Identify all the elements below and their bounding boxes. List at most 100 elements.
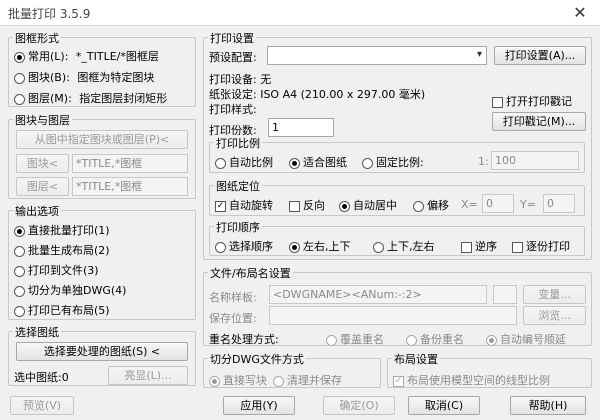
close-icon[interactable]: ✕ — [560, 0, 600, 26]
radio-order-select[interactable] — [215, 241, 226, 253]
print-settings-button[interactable]: 打印设置(A)... — [494, 46, 586, 65]
scale-option-fixed[interactable]: 固定比例: — [362, 154, 424, 170]
reverse-order-checkbox[interactable] — [461, 241, 472, 253]
radio-order-lr-tb[interactable] — [289, 241, 300, 253]
radio-scale-auto[interactable] — [215, 157, 226, 169]
select-drawings-title: 选择图纸 — [13, 324, 61, 340]
offset-x-label: X= — [461, 198, 478, 211]
open-print-log-checkbox[interactable] — [492, 96, 503, 108]
scale-option-auto[interactable]: 自动比例 — [215, 154, 273, 170]
order-option-lr-tb[interactable]: 左右,上下 — [289, 238, 351, 254]
layer-pick-button[interactable]: 图层< — [16, 177, 69, 196]
block-names-input[interactable]: *TITLE,*图框 — [72, 154, 188, 173]
radio-common[interactable] — [14, 51, 25, 63]
reverse-rotate-checkbox[interactable] — [289, 200, 300, 212]
auto-rotate-option[interactable]: ✓ 自动旋转 — [215, 197, 273, 213]
frame-style-title: 图框形式 — [13, 30, 61, 46]
auto-center-option[interactable]: 自动居中 — [339, 197, 397, 213]
layer-names-input[interactable]: *TITLE,*图框 — [72, 177, 188, 196]
radio-gen-layout[interactable] — [14, 245, 25, 257]
frame-style-option-block[interactable]: 图块(B): 图框为特定图块 — [14, 69, 154, 85]
radio-scale-fit[interactable] — [289, 157, 300, 169]
save-path-input[interactable] — [269, 306, 517, 325]
offset-x-input[interactable]: 0 — [482, 194, 514, 213]
order-option-select[interactable]: 选择顺序 — [215, 238, 273, 254]
rename-option-auto-number[interactable]: 自动编号顺延 — [486, 331, 566, 347]
open-print-log-option[interactable]: 打开打印戳记 — [492, 93, 572, 109]
pick-from-drawing-button[interactable]: 从图中指定图块或图层(P)< — [16, 130, 188, 149]
layout-settings-title: 布局设置 — [392, 351, 440, 367]
radio-block[interactable] — [14, 72, 25, 84]
rename-option-overwrite[interactable]: 覆盖重名 — [326, 331, 384, 347]
radio-order-tb-lr[interactable] — [373, 241, 384, 253]
scale-ratio-prefix: 1: — [478, 155, 489, 168]
preset-select[interactable]: ▾ — [267, 46, 487, 65]
split-option-write-block[interactable]: 直接写块 — [209, 372, 267, 388]
ok-button[interactable]: 确定(O) — [323, 396, 395, 415]
help-button[interactable]: 帮助(H) — [510, 396, 586, 415]
rename-option-backup[interactable]: 备份重名 — [406, 331, 464, 347]
highlight-button[interactable]: 亮显(L)... — [108, 366, 188, 385]
radio-layer[interactable] — [14, 93, 25, 105]
radio-offset[interactable] — [413, 200, 424, 212]
order-option-tb-lr[interactable]: 上下,左右 — [373, 238, 435, 254]
print-order-title: 打印顺序 — [214, 219, 262, 235]
preset-label: 预设配置: — [209, 51, 257, 64]
radio-write-block[interactable] — [209, 375, 220, 387]
print-stamp-button[interactable]: 打印戳记(M)... — [492, 112, 586, 131]
scale-ratio-input[interactable]: 100 — [491, 151, 579, 170]
preview-button[interactable]: 预览(V) — [10, 396, 74, 415]
output-option-print-to-file[interactable]: 打印到文件(3) — [14, 262, 99, 278]
print-device-label: 打印设备: 无 — [209, 73, 272, 86]
title-bar: 批量打印 3.5.9 ✕ — [0, 0, 600, 26]
cancel-button[interactable]: 取消(C) — [408, 396, 480, 415]
print-settings-title: 打印设置 — [208, 30, 256, 46]
radio-direct-print[interactable] — [14, 225, 25, 237]
frame-style-option-layer[interactable]: 图层(M): 指定图层封闭矩形 — [14, 90, 167, 106]
reverse-rotate-option[interactable]: 反向 — [289, 197, 325, 213]
radio-purge-save[interactable] — [273, 375, 284, 387]
split-dwg-title: 切分DWG文件方式 — [208, 351, 306, 367]
radio-rename-auto-number[interactable] — [486, 334, 497, 346]
scale-option-fit[interactable]: 适合图纸 — [289, 154, 347, 170]
name-template-input[interactable]: <DWGNAME><ANum:-:2> — [269, 285, 487, 304]
radio-print-to-file[interactable] — [14, 265, 25, 277]
paper-position-title: 图纸定位 — [214, 178, 262, 194]
apply-button[interactable]: 应用(Y) — [223, 396, 295, 415]
copy-print-checkbox[interactable] — [512, 241, 523, 253]
radio-rename-overwrite[interactable] — [326, 334, 337, 346]
selected-count-label: 选中图纸:0 — [14, 371, 69, 384]
frame-style-option-common[interactable]: 常用(L): *_TITLE/*图框层 — [14, 48, 159, 64]
copies-input[interactable]: 1 — [268, 118, 334, 137]
select-drawings-button[interactable]: 选择要处理的图纸(S) < — [16, 342, 188, 361]
variable-button[interactable]: 变量... — [523, 285, 586, 304]
offset-option[interactable]: 偏移 — [413, 197, 449, 213]
split-option-purge-save[interactable]: 清理并保存 — [273, 372, 342, 388]
radio-print-layouts[interactable] — [14, 305, 25, 317]
print-scale-title: 打印比例 — [214, 135, 262, 151]
radio-auto-center[interactable] — [339, 200, 350, 212]
name-extra-input[interactable] — [493, 285, 517, 304]
offset-y-label: Y= — [520, 198, 536, 211]
copy-print-option[interactable]: 逐份打印 — [512, 238, 570, 254]
reverse-order-option[interactable]: 逆序 — [461, 238, 497, 254]
chevron-down-icon: ▾ — [476, 49, 482, 60]
print-style-label: 打印样式: — [209, 103, 257, 116]
output-option-split-dwg[interactable]: 切分为单独DWG(4) — [14, 282, 126, 298]
radio-rename-backup[interactable] — [406, 334, 417, 346]
use-model-linetype-checkbox[interactable]: ✓ — [393, 375, 404, 387]
output-option-print-layouts[interactable]: 打印已有布局(5) — [14, 302, 110, 318]
auto-rotate-checkbox[interactable]: ✓ — [215, 200, 226, 212]
offset-y-input[interactable]: 0 — [543, 194, 575, 213]
name-template-label: 名称样板: — [209, 291, 257, 304]
radio-split-dwg[interactable] — [14, 285, 25, 297]
radio-scale-fixed[interactable] — [362, 157, 373, 169]
output-option-gen-layout[interactable]: 批量生成布局(2) — [14, 242, 110, 258]
output-option-direct-print[interactable]: 直接批量打印(1) — [14, 222, 110, 238]
file-naming-title: 文件/布局名设置 — [208, 265, 293, 281]
browse-button[interactable]: 浏览... — [523, 306, 586, 325]
rename-handling-label: 重名处理方式: — [209, 333, 279, 346]
block-pick-button[interactable]: 图块< — [16, 154, 69, 173]
use-model-linetype-option[interactable]: ✓ 布局使用模型空间的线型比例 — [393, 372, 550, 388]
block-layer-title: 图块与图层 — [13, 112, 72, 128]
